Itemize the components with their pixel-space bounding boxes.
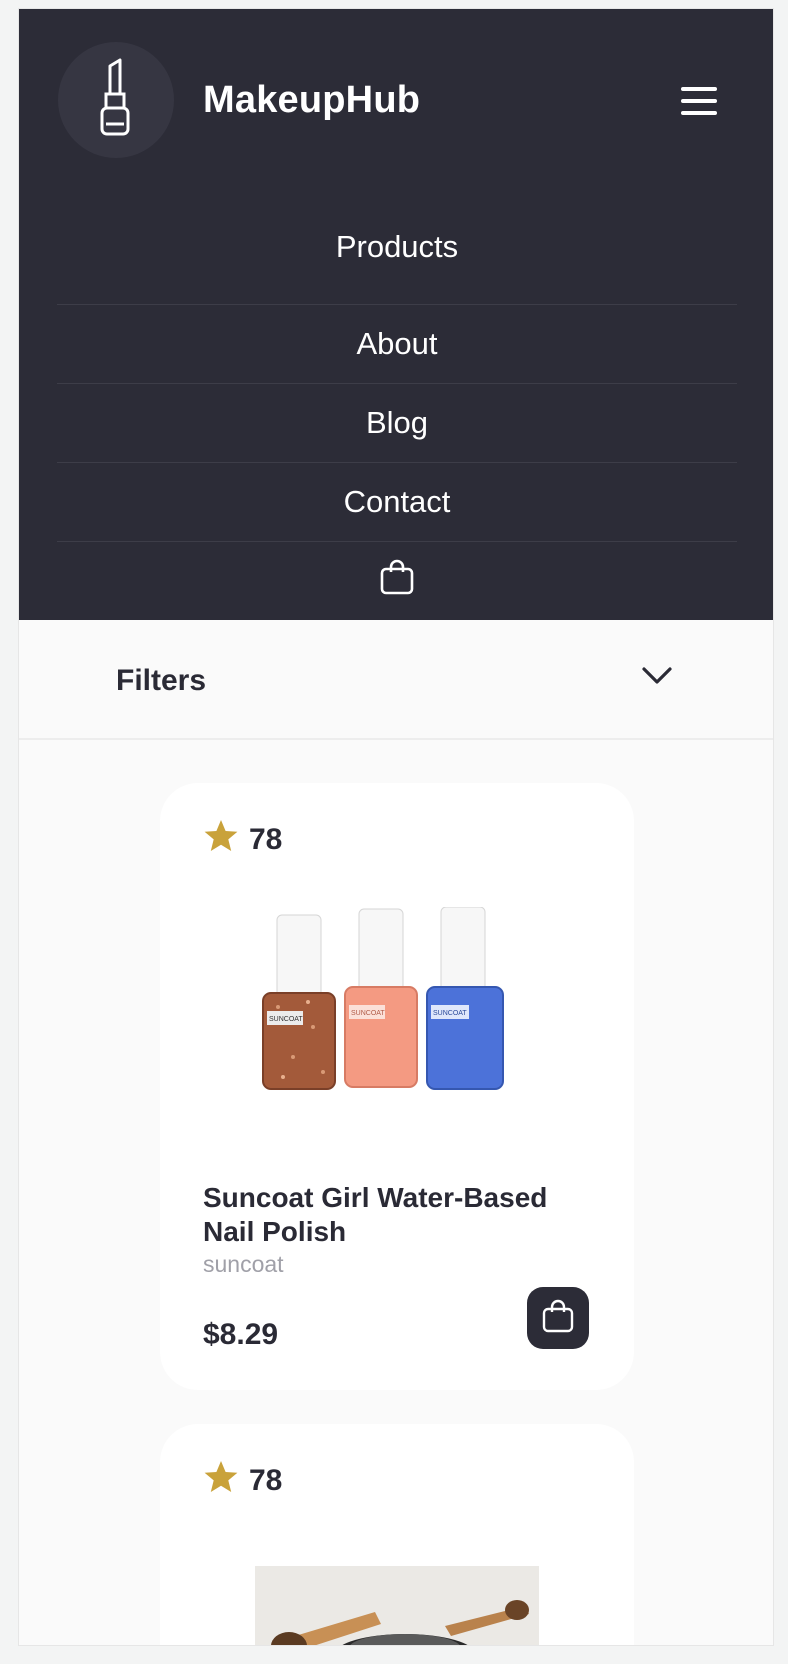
rating-value: 78 bbox=[249, 1464, 283, 1497]
hamburger-menu-icon[interactable] bbox=[679, 81, 719, 121]
product-card[interactable]: 78 bbox=[160, 1424, 634, 1645]
shopping-bag-icon bbox=[380, 559, 414, 600]
nav-menu: Products About Blog Contact bbox=[57, 223, 737, 616]
filters-label: Filters bbox=[116, 664, 207, 697]
chevron-down-icon[interactable] bbox=[641, 666, 673, 691]
product-price: $8.29 bbox=[203, 1318, 279, 1351]
product-card[interactable]: 78 SUNCOAT SUNCOAT SUNCOAT Suncoat Girl … bbox=[160, 783, 634, 1390]
polish-label-3: SUNCOAT bbox=[433, 1010, 467, 1017]
nav-item-products[interactable]: Products bbox=[57, 223, 737, 305]
add-to-cart-button[interactable] bbox=[527, 1287, 589, 1349]
polish-label-2: SUNCOAT bbox=[351, 1010, 385, 1017]
brand-name[interactable]: MakeupHub bbox=[203, 79, 420, 122]
polish-label-1: SUNCOAT bbox=[269, 1016, 303, 1023]
star-icon bbox=[203, 819, 239, 861]
nav-item-contact[interactable]: Contact bbox=[57, 463, 737, 542]
navbar: MakeupHub Products About Blog Contact bbox=[19, 9, 773, 620]
product-name[interactable]: Suncoat Girl Water-Based Nail Polish bbox=[203, 1181, 603, 1249]
product-rating: 78 bbox=[203, 1460, 282, 1502]
nav-cart-button[interactable] bbox=[57, 542, 737, 616]
nav-item-about[interactable]: About bbox=[57, 305, 737, 384]
logo[interactable] bbox=[58, 42, 174, 158]
lipstick-icon bbox=[96, 58, 136, 143]
product-rating: 78 bbox=[203, 819, 282, 861]
rating-value: 78 bbox=[249, 823, 283, 856]
product-brand: suncoat bbox=[203, 1251, 284, 1277]
filters-bar[interactable]: Filters bbox=[19, 620, 773, 740]
product-image[interactable] bbox=[255, 1566, 539, 1645]
page: MakeupHub Products About Blog Contact Fi… bbox=[18, 8, 774, 1646]
star-icon bbox=[203, 1460, 239, 1502]
product-image[interactable]: SUNCOAT SUNCOAT SUNCOAT bbox=[253, 906, 513, 1107]
nav-item-blog[interactable]: Blog bbox=[57, 384, 737, 463]
shopping-bag-icon bbox=[542, 1299, 574, 1338]
